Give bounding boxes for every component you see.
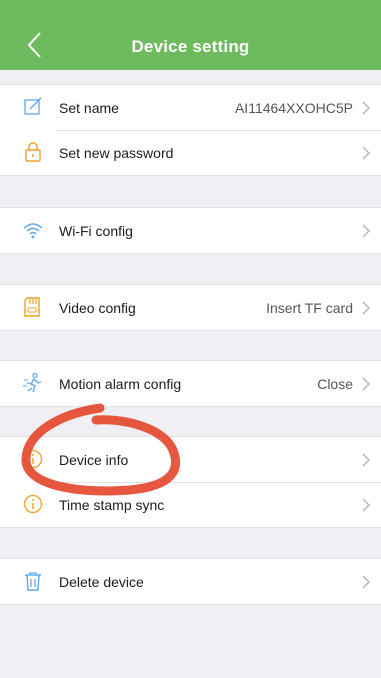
chevron-right-icon — [362, 575, 370, 589]
row-label: Motion alarm config — [59, 375, 182, 392]
settings-group-motion: Motion alarm config Close — [0, 360, 381, 407]
settings-group-name: Set name AI11464XXOHC5P Set new password — [0, 84, 381, 176]
settings-group-video: Video config Insert TF card — [0, 284, 381, 331]
row-label: Video config — [59, 299, 136, 316]
chevron-right-icon — [362, 301, 370, 315]
settings-group-info: Device info Time stamp sync — [0, 436, 381, 528]
time-stamp-sync-row[interactable]: Time stamp sync — [0, 482, 381, 527]
delete-device-row[interactable]: Delete device — [0, 559, 381, 604]
lock-icon — [25, 142, 41, 162]
edit-icon — [24, 97, 42, 115]
row-label: Wi-Fi config — [59, 222, 133, 239]
wifi-config-row[interactable]: Wi-Fi config — [0, 208, 381, 253]
row-value: AI11464XXOHC5P — [234, 99, 353, 116]
settings-group-wifi: Wi-Fi config — [0, 207, 381, 254]
row-label: Set name — [59, 99, 119, 116]
chevron-right-icon — [362, 377, 370, 391]
row-label: Set new password — [59, 144, 174, 161]
page-title: Device setting — [131, 37, 250, 56]
settings-group-delete: Delete device — [0, 558, 381, 605]
wifi-icon — [23, 223, 43, 239]
motion-icon — [23, 372, 42, 393]
device-info-row[interactable]: Device info — [0, 437, 381, 482]
video-config-row[interactable]: Video config Insert TF card — [0, 285, 381, 330]
info-icon — [23, 494, 43, 514]
chevron-right-icon — [362, 146, 370, 160]
trash-icon — [25, 572, 41, 591]
row-value: Insert TF card — [266, 299, 353, 316]
row-value: Close — [317, 375, 353, 392]
sd-card-icon — [24, 297, 40, 317]
row-label: Time stamp sync — [59, 496, 165, 513]
nav-bar: Device setting — [0, 0, 381, 70]
row-label: Delete device — [59, 573, 144, 590]
motion-alarm-row[interactable]: Motion alarm config Close — [0, 361, 381, 406]
chevron-right-icon — [362, 498, 370, 512]
info-icon — [23, 449, 43, 469]
set-password-row[interactable]: Set new password — [0, 130, 381, 175]
set-name-row[interactable]: Set name AI11464XXOHC5P — [0, 85, 381, 130]
row-label: Device info — [59, 451, 129, 468]
chevron-right-icon — [362, 101, 370, 115]
chevron-right-icon — [362, 224, 370, 238]
chevron-right-icon — [362, 453, 370, 467]
